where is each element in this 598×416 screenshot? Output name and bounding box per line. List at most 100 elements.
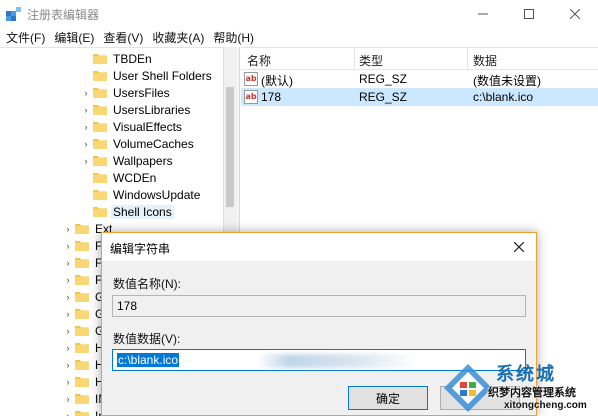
- expand-chevron-icon[interactable]: ›: [62, 394, 74, 404]
- tree-item[interactable]: › Wallpapers: [80, 152, 175, 169]
- tree-item[interactable]: ›User Shell Folders: [80, 67, 214, 84]
- tree-item-label: WindowsUpdate: [113, 187, 201, 202]
- expand-chevron-icon[interactable]: ›: [62, 241, 74, 251]
- tree-item[interactable]: › VolumeCaches: [80, 135, 196, 152]
- folder-icon: [75, 241, 89, 251]
- tree-item[interactable]: › H: [62, 339, 106, 356]
- list-row-178[interactable]: ab 178 REG_SZ c:\blank.ico: [241, 88, 598, 106]
- tree-item[interactable]: ›TBDEn: [80, 50, 154, 67]
- title-bar: 注册表编辑器: [0, 0, 598, 28]
- folder-icon: [93, 105, 107, 115]
- expand-chevron-icon[interactable]: ›: [62, 360, 74, 370]
- value-data: c:\blank.ico: [473, 90, 534, 104]
- tree-item-label: Wallpapers: [113, 153, 173, 168]
- value-name-text: 178: [117, 299, 138, 313]
- tree-item[interactable]: ›Shell Icons: [80, 203, 174, 220]
- folder-icon: [93, 139, 107, 149]
- tree-item-label: UsersFiles: [113, 85, 170, 100]
- value-type: REG_SZ: [359, 90, 408, 104]
- folder-icon: [75, 275, 89, 285]
- watermark-brand: 系统城: [496, 364, 556, 384]
- expand-chevron-icon[interactable]: ›: [62, 258, 74, 268]
- watermark-logo-icon: [444, 364, 492, 412]
- menu-view[interactable]: 查看(V): [101, 29, 150, 46]
- watermark-url: xitongcheng.com: [504, 400, 587, 411]
- tree-item[interactable]: › F: [62, 271, 104, 288]
- tree-item[interactable]: › G: [62, 288, 106, 305]
- tree-item-label: WCDEn: [113, 170, 157, 185]
- tree-item[interactable]: › UsersLibraries: [80, 101, 192, 118]
- string-value-icon: ab: [244, 90, 258, 104]
- menu-file[interactable]: 文件(F): [4, 29, 52, 46]
- folder-icon: [75, 292, 89, 302]
- folder-icon: [93, 190, 107, 200]
- dialog-title: 编辑字符串: [110, 242, 171, 256]
- folder-icon: [75, 394, 89, 404]
- folder-icon: [75, 360, 89, 370]
- expand-chevron-icon[interactable]: ›: [62, 343, 74, 353]
- close-button[interactable]: [552, 0, 598, 28]
- expand-chevron-icon[interactable]: ›: [62, 411, 74, 416]
- folder-icon: [75, 343, 89, 353]
- column-divider[interactable]: [354, 48, 355, 70]
- value-data: (数值未设置): [473, 74, 541, 88]
- folder-icon: [75, 258, 89, 268]
- tree-item[interactable]: › H: [62, 356, 106, 373]
- blur-artifact: [257, 354, 417, 368]
- expand-chevron-icon[interactable]: ›: [62, 275, 74, 285]
- expand-chevron-icon[interactable]: ›: [62, 292, 74, 302]
- column-divider[interactable]: [467, 48, 468, 70]
- list-header: 名称 类型 数据: [241, 48, 598, 70]
- dialog-title-bar[interactable]: 编辑字符串: [102, 233, 536, 261]
- menu-favorites[interactable]: 收藏夹(A): [150, 29, 211, 46]
- tree-item[interactable]: › F: [62, 254, 104, 271]
- folder-icon: [75, 309, 89, 319]
- tree-scrollbar-thumb[interactable]: [226, 87, 234, 207]
- watermark-tagline: 织梦内容管理系统: [488, 387, 576, 399]
- ok-button[interactable]: 确定: [348, 386, 428, 410]
- menu-edit[interactable]: 编辑(E): [52, 29, 101, 46]
- value-name-field[interactable]: 178: [112, 295, 526, 317]
- window-title: 注册表编辑器: [27, 8, 100, 22]
- value-data-text: c:\blank.ico: [117, 353, 180, 367]
- tree-item[interactable]: › G: [62, 322, 106, 339]
- dialog-close-button[interactable]: [506, 235, 532, 259]
- expand-chevron-icon[interactable]: ›: [62, 377, 74, 387]
- menu-bar: 文件(F) 编辑(E) 查看(V) 收藏夹(A) 帮助(H): [0, 28, 598, 47]
- expand-chevron-icon[interactable]: ›: [80, 156, 92, 166]
- tree-item[interactable]: › H: [62, 373, 106, 390]
- tree-item[interactable]: › G: [62, 305, 106, 322]
- menu-help[interactable]: 帮助(H): [211, 29, 261, 46]
- value-name: 178: [261, 90, 282, 104]
- folder-icon: [75, 411, 89, 416]
- folder-icon: [93, 88, 107, 98]
- column-header-name[interactable]: 名称: [247, 52, 271, 69]
- expand-chevron-icon[interactable]: ›: [80, 88, 92, 98]
- list-row-default[interactable]: ab (默认) REG_SZ (数值未设置): [241, 70, 598, 88]
- value-type: REG_SZ: [359, 72, 408, 86]
- value-data-label: 数值数据(V):: [113, 332, 181, 346]
- expand-chevron-icon[interactable]: ›: [62, 309, 74, 319]
- tree-item[interactable]: ›WCDEn: [80, 169, 158, 186]
- expand-chevron-icon[interactable]: ›: [80, 139, 92, 149]
- expand-chevron-icon[interactable]: ›: [62, 326, 74, 336]
- tree-item[interactable]: ›WindowsUpdate: [80, 186, 202, 203]
- folder-icon: [93, 173, 107, 183]
- minimize-button[interactable]: [460, 0, 506, 28]
- folder-icon: [75, 326, 89, 336]
- expand-chevron-icon[interactable]: ›: [80, 105, 92, 115]
- tree-item[interactable]: › VisualEffects: [80, 118, 184, 135]
- folder-icon: [75, 377, 89, 387]
- column-header-data[interactable]: 数据: [473, 52, 497, 69]
- expand-chevron-icon[interactable]: ›: [80, 122, 92, 132]
- tree-item[interactable]: › UsersFiles: [80, 84, 172, 101]
- site-watermark: 系统城 织梦内容管理系统 xitongcheng.com: [438, 360, 598, 416]
- value-name: (默认): [261, 74, 293, 88]
- folder-icon: [93, 71, 107, 81]
- tree-item-label: TBDEn: [113, 51, 152, 66]
- column-header-type[interactable]: 类型: [359, 52, 383, 69]
- string-value-icon: ab: [244, 72, 258, 86]
- maximize-button[interactable]: [506, 0, 552, 28]
- expand-chevron-icon[interactable]: ›: [62, 224, 74, 234]
- tree-item[interactable]: › F: [62, 237, 104, 254]
